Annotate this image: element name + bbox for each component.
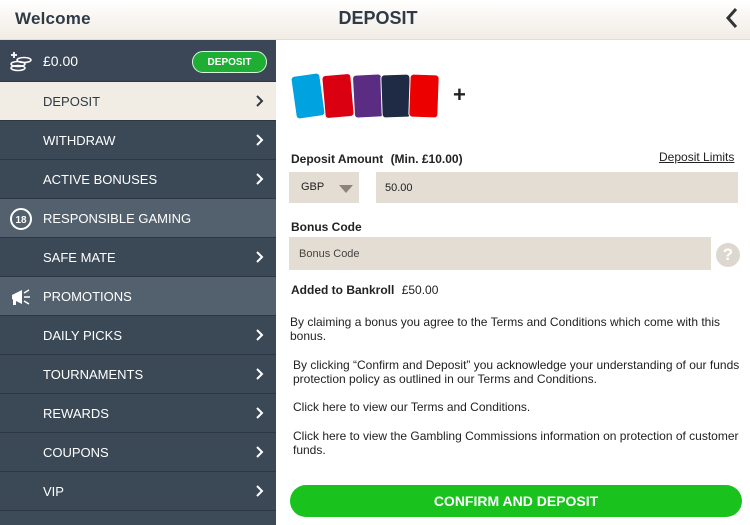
sidebar-item-tournaments[interactable]: TOURNAMENTS bbox=[0, 355, 276, 394]
top-bar: Welcome DEPOSIT bbox=[0, 0, 750, 40]
deposit-panel: + Deposit Amount (Min. £10.00) Deposit L… bbox=[276, 40, 750, 525]
gambling-commission-text[interactable]: Click here to view the Gambling Commissi… bbox=[293, 429, 743, 457]
bonus-terms-text: By claiming a bonus you agree to the Ter… bbox=[290, 315, 721, 343]
sidebar-item-coupons[interactable]: COUPONS bbox=[0, 433, 276, 472]
chevron-right-icon bbox=[256, 368, 264, 380]
bank-card-santander[interactable] bbox=[408, 73, 440, 119]
balance-amount: £0.00 bbox=[43, 53, 79, 69]
bank-card-hsbc[interactable] bbox=[321, 72, 355, 120]
amount-value: 50.00 bbox=[385, 182, 413, 194]
chevron-right-icon bbox=[256, 485, 264, 497]
megaphone-icon bbox=[12, 289, 30, 305]
sidebar-item-active-bonuses[interactable]: ACTIVE BONUSES bbox=[0, 160, 276, 199]
chevron-right-icon bbox=[256, 95, 264, 107]
plus-icon[interactable]: + bbox=[453, 82, 466, 108]
bank-card-natwest[interactable] bbox=[351, 73, 385, 119]
bonus-code-input[interactable]: Bonus Code bbox=[289, 237, 711, 270]
confirm-and-deposit-button[interactable]: CONFIRM AND DEPOSIT bbox=[290, 485, 742, 517]
chevron-right-icon bbox=[256, 446, 264, 458]
page-title: DEPOSIT bbox=[338, 8, 418, 28]
chevron-right-icon bbox=[256, 329, 264, 341]
sidebar-item-label: DAILY PICKS bbox=[43, 328, 122, 343]
chevron-right-icon bbox=[256, 173, 264, 185]
currency-select[interactable]: GBP bbox=[289, 172, 359, 203]
deposit-amount-label: Deposit Amount (Min. £10.00) bbox=[291, 152, 463, 166]
added-to-bankroll-label: Added to Bankroll bbox=[291, 283, 395, 297]
sidebar-item-vip[interactable]: VIP bbox=[0, 472, 276, 511]
sidebar-item-label: DEPOSIT bbox=[43, 94, 101, 109]
sidebar-item-rewards[interactable]: REWARDS bbox=[0, 394, 276, 433]
funds-protection-text: By clicking “Confirm and Deposit” you ac… bbox=[293, 358, 740, 386]
deposit-amount-label-text: Deposit Amount bbox=[291, 152, 384, 166]
currency-value: GBP bbox=[301, 181, 325, 193]
sidebar-item-label: REWARDS bbox=[43, 406, 109, 421]
sidebar-item-label: PROMOTIONS bbox=[43, 289, 132, 304]
chevron-right-icon bbox=[256, 251, 264, 263]
sidebar-deposit-button[interactable]: DEPOSIT bbox=[192, 51, 267, 73]
help-icon[interactable]: ? bbox=[716, 243, 740, 267]
dropdown-triangle-icon bbox=[339, 185, 353, 193]
terms-link-text[interactable]: Click here to view our Terms and Conditi… bbox=[293, 400, 743, 414]
sidebar-item-label: RESPONSIBLE GAMING bbox=[43, 211, 192, 226]
sidebar-item-label: TOURNAMENTS bbox=[43, 367, 144, 382]
sidebar-nav: DEPOSIT WITHDRAW ACTIVE BONUSES 18 RESPONSIB… bbox=[0, 82, 276, 511]
chevron-right-icon bbox=[256, 134, 264, 146]
bank-cards: + bbox=[290, 72, 466, 122]
sidebar-item-label: SAFE MATE bbox=[43, 250, 116, 265]
sidebar-item-label: COUPONS bbox=[43, 445, 109, 460]
deposit-limits-link[interactable]: Deposit Limits bbox=[659, 150, 734, 164]
sidebar-item-safe-mate[interactable]: SAFE MATE bbox=[0, 238, 276, 277]
sidebar-item-responsible-gaming[interactable]: 18 RESPONSIBLE GAMING bbox=[0, 199, 276, 238]
added-to-bankroll: Added to Bankroll £50.00 bbox=[291, 283, 438, 297]
sidebar-item-withdraw[interactable]: WITHDRAW bbox=[0, 121, 276, 160]
svg-text:18: 18 bbox=[15, 215, 27, 226]
balance-row: £0.00 DEPOSIT bbox=[0, 40, 276, 82]
added-to-bankroll-value: £50.00 bbox=[401, 283, 439, 297]
bank-card-monzo[interactable] bbox=[380, 73, 412, 119]
coins-icon bbox=[10, 52, 32, 72]
bonus-code-label: Bonus Code bbox=[291, 220, 362, 234]
sidebar-item-label: ACTIVE BONUSES bbox=[43, 172, 158, 187]
amount-input[interactable]: 50.00 bbox=[376, 172, 738, 203]
sidebar-item-daily-picks[interactable]: DAILY PICKS bbox=[0, 316, 276, 355]
sidebar-item-promotions[interactable]: PROMOTIONS bbox=[0, 277, 276, 316]
chevron-left-icon[interactable] bbox=[722, 6, 742, 30]
sidebar: £0.00 DEPOSIT DEPOSIT WITHDRAW ACTIVE BONU… bbox=[0, 40, 276, 525]
welcome-text: Welcome bbox=[15, 9, 91, 28]
sidebar-item-deposit[interactable]: DEPOSIT bbox=[0, 82, 276, 121]
bonus-code-placeholder: Bonus Code bbox=[299, 248, 360, 260]
sidebar-item-label: WITHDRAW bbox=[43, 133, 116, 148]
sidebar-item-label: VIP bbox=[43, 484, 64, 499]
chevron-right-icon bbox=[256, 407, 264, 419]
age-18-icon: 18 bbox=[10, 208, 32, 230]
min-amount-label: (Min. £10.00) bbox=[390, 152, 463, 166]
